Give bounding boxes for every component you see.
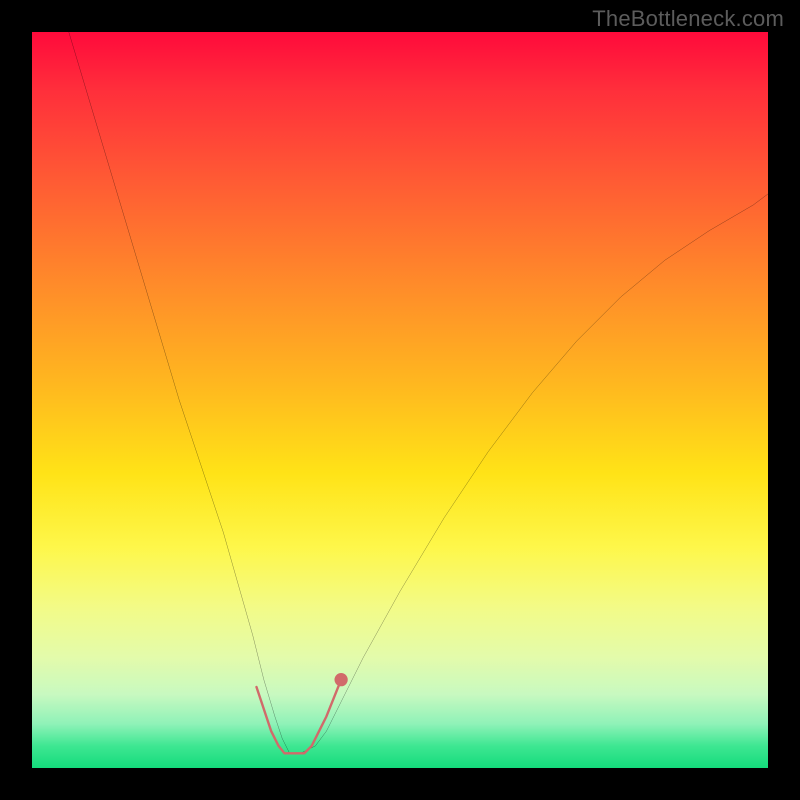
watermark-text: TheBottleneck.com <box>592 6 784 32</box>
bottleneck-curve <box>69 32 768 753</box>
plot-area <box>32 32 768 768</box>
chart-stage: TheBottleneck.com <box>0 0 800 800</box>
marker-trough-dots <box>334 673 347 686</box>
chart-svg <box>32 32 768 768</box>
marker-dot <box>334 673 347 686</box>
marker-trough-line <box>256 680 341 754</box>
